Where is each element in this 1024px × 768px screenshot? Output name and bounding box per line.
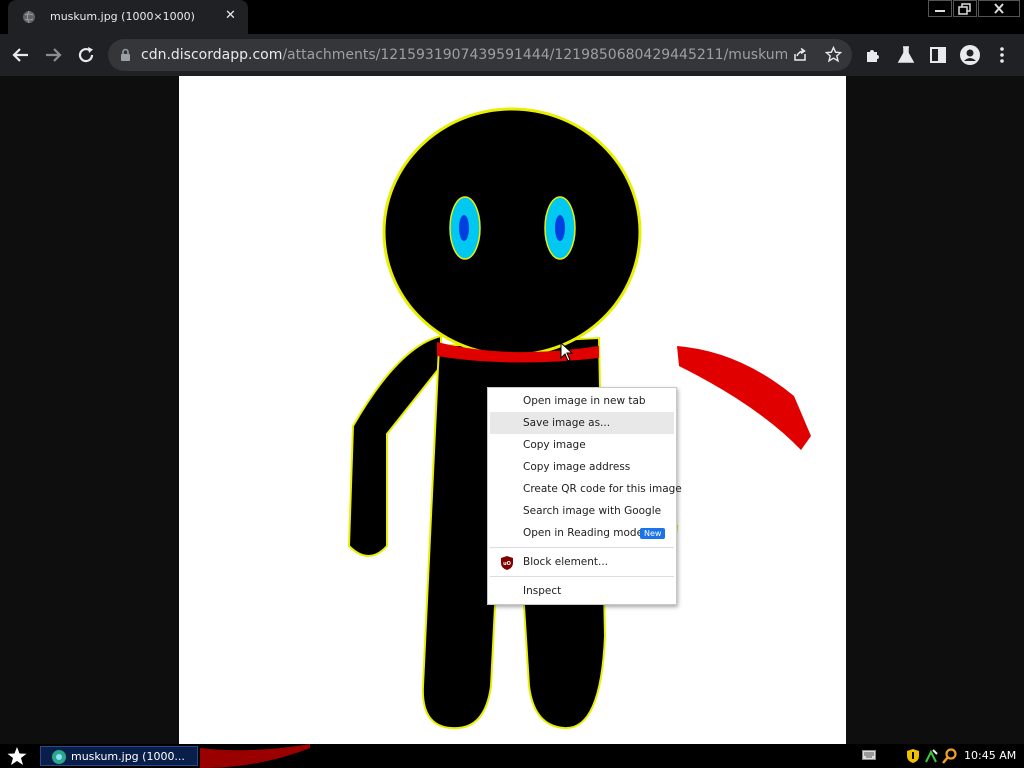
mouse-cursor-icon: [560, 342, 574, 362]
menu-item-copy-image[interactable]: Copy image: [490, 434, 674, 456]
browser-toolbar: cdn.discordapp.com/attachments/121593190…: [0, 34, 1024, 76]
side-panel-icon[interactable]: [926, 43, 950, 67]
menu-item-copy-image-address[interactable]: Copy image address: [490, 456, 674, 478]
tab-strip: muskum.jpg (1000×1000) ✕: [0, 0, 1024, 34]
menu-separator: [490, 547, 674, 548]
ublock-shield-icon: uO: [501, 556, 513, 570]
search-icon[interactable]: [942, 748, 958, 764]
scarf-tail: [677, 346, 811, 450]
menu-item-inspect[interactable]: Inspect: [490, 580, 674, 602]
menu-item-block-element[interactable]: uO Block element...: [490, 551, 674, 573]
head: [382, 107, 642, 357]
right-pupil: [555, 215, 565, 241]
left-arm: [347, 334, 442, 557]
labs-flask-icon[interactable]: [894, 43, 918, 67]
bookmark-star-icon[interactable]: [825, 46, 842, 63]
window-minimize-button[interactable]: [928, 0, 952, 17]
address-bar[interactable]: cdn.discordapp.com/attachments/121593190…: [108, 39, 852, 71]
forward-arrow-icon[interactable]: [41, 43, 65, 67]
extensions-puzzle-icon[interactable]: [862, 43, 886, 67]
profile-avatar-icon[interactable]: [958, 43, 982, 67]
share-icon[interactable]: [792, 47, 808, 63]
menu-item-create-qr-code[interactable]: Create QR code for this image: [490, 478, 682, 500]
browser-app-icon: [52, 750, 66, 764]
lock-icon[interactable]: [120, 48, 131, 62]
taskbar-decoration: [200, 744, 310, 768]
svg-text:uO: uO: [503, 561, 511, 567]
menu-item-open-reading-mode[interactable]: Open in Reading mode New: [490, 522, 674, 544]
restore-icon: [958, 3, 971, 15]
browser-tab[interactable]: muskum.jpg (1000×1000) ✕: [8, 0, 248, 34]
left-pupil: [459, 215, 469, 241]
url-path: /attachments/1215931907439591444/1219850…: [282, 47, 787, 63]
minimize-icon: [935, 10, 945, 12]
image-viewer: Open image in new tab Save image as... C…: [0, 76, 1024, 744]
taskbar: muskum.jpg (1000... 10:45 AM: [0, 744, 1024, 768]
start-star-icon[interactable]: [6, 746, 28, 766]
window-restore-button[interactable]: [953, 0, 977, 17]
menu-item-search-image-google[interactable]: Search image with Google: [490, 500, 674, 522]
taskbar-clock[interactable]: 10:45 AM: [964, 749, 1016, 762]
context-menu: Open image in new tab Save image as... C…: [487, 387, 682, 605]
menu-item-save-image-as[interactable]: Save image as...: [490, 412, 674, 434]
window-close-button[interactable]: [978, 0, 1020, 17]
reload-icon[interactable]: [74, 43, 98, 67]
keyboard-icon[interactable]: [862, 750, 876, 760]
network-icon[interactable]: [924, 748, 938, 764]
more-menu-icon[interactable]: [990, 43, 1014, 67]
menu-item-open-image-new-tab[interactable]: Open image in new tab: [490, 390, 674, 412]
back-arrow-icon[interactable]: [9, 43, 33, 67]
globe-icon: [23, 10, 35, 24]
close-icon: [994, 3, 1004, 14]
url-host: cdn.discordapp.com: [141, 47, 283, 63]
taskbar-window-label: muskum.jpg (1000...: [71, 750, 185, 763]
tab-title: muskum.jpg (1000×1000): [50, 10, 195, 23]
new-badge: New: [640, 528, 666, 539]
security-shield-icon[interactable]: [906, 748, 920, 764]
taskbar-window-button[interactable]: muskum.jpg (1000...: [40, 746, 198, 766]
menu-separator: [490, 576, 674, 577]
url-text[interactable]: cdn.discordapp.com/attachments/121593190…: [141, 47, 787, 63]
tab-close-icon[interactable]: ✕: [225, 8, 236, 24]
